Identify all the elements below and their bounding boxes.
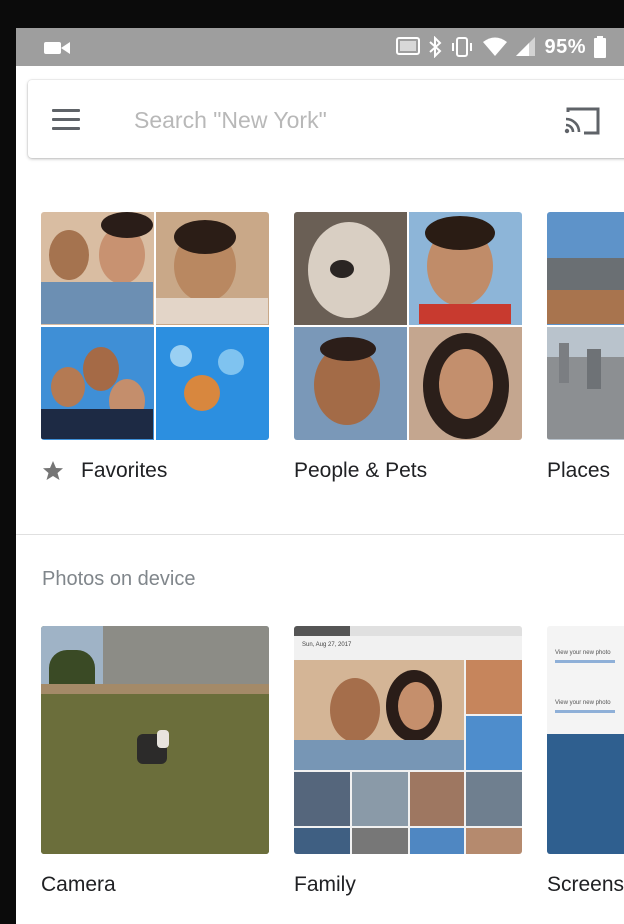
hamburger-line xyxy=(52,109,80,112)
favorites-thumbnail xyxy=(41,212,269,440)
hamburger-line xyxy=(52,127,80,130)
photo-family-selfie xyxy=(294,660,464,770)
folder-label: Camera xyxy=(41,873,116,896)
menu-button[interactable] xyxy=(48,105,84,135)
folder-label: Family xyxy=(294,873,356,896)
photo-boy-smiling xyxy=(156,212,269,325)
photo-water-splash xyxy=(156,327,269,440)
album-label: Places xyxy=(547,459,611,482)
search-input[interactable] xyxy=(132,98,516,142)
photo-thumb-small xyxy=(410,828,464,854)
section-divider xyxy=(16,534,624,535)
date-header: Sun, Aug 27, 2017 xyxy=(302,642,352,648)
photo-man xyxy=(294,327,407,440)
photo-stadium xyxy=(547,212,624,325)
hamburger-line xyxy=(52,118,80,121)
screenshots-thumbnail: View your new photo View your new photo xyxy=(547,626,624,854)
photo-family-group xyxy=(41,327,154,440)
photo-woman xyxy=(409,327,522,440)
battery-percent: 95% xyxy=(544,35,586,58)
photo-thumb-small xyxy=(466,772,522,826)
status-icons: 95% xyxy=(396,36,606,58)
wifi-icon xyxy=(483,37,508,56)
photo-thumb-small xyxy=(294,828,350,854)
search-bar xyxy=(28,80,624,158)
cast-button[interactable] xyxy=(562,106,602,136)
photo-thumb-small xyxy=(466,660,522,714)
photo-thumb-small xyxy=(352,828,408,854)
section-title: Photos on device xyxy=(42,568,196,590)
folder-screenshots[interactable]: View your new photo View your new photo … xyxy=(547,626,624,896)
phone-screen: 95% Search "New York" Favorites People &… xyxy=(16,28,624,924)
folder-label: Screens xyxy=(547,873,624,896)
photo-thumb-small xyxy=(466,828,522,854)
photo-family-selfie xyxy=(41,212,154,325)
album-places[interactable]: Places xyxy=(547,212,624,482)
album-favorites[interactable]: Favorites xyxy=(41,212,269,482)
photo-thumb-small xyxy=(294,772,350,826)
star-icon xyxy=(43,461,63,480)
notification-line: View your new photo xyxy=(555,650,611,656)
camera-thumbnail xyxy=(41,626,269,854)
photo-thumb-small xyxy=(466,716,522,770)
photo-city-skyline xyxy=(547,327,624,440)
photo-boy xyxy=(409,212,522,325)
bluetooth-icon xyxy=(429,36,442,58)
folder-camera[interactable]: Camera xyxy=(41,626,269,896)
photo-thumb-small xyxy=(410,772,464,826)
album-people-pets[interactable]: People & Pets xyxy=(294,212,522,482)
album-label: People & Pets xyxy=(294,459,428,482)
cast-icon xyxy=(564,107,600,135)
cast-connected-icon xyxy=(396,37,421,55)
status-bar: 95% xyxy=(16,28,624,66)
battery-icon xyxy=(594,36,606,58)
notification-line: View your new photo xyxy=(555,700,611,706)
video-recording-icon xyxy=(44,42,70,54)
favorites-label: Favorites xyxy=(81,459,168,482)
people-pets-thumbnail xyxy=(294,212,522,440)
photo-thumb-small xyxy=(352,772,408,826)
cell-signal-icon xyxy=(516,37,536,56)
folder-family[interactable]: Sun, Aug 27, 2017 Family xyxy=(294,626,522,896)
family-thumbnail: Sun, Aug 27, 2017 xyxy=(294,626,522,854)
places-thumbnail xyxy=(547,212,624,440)
vibrate-icon xyxy=(452,37,473,57)
album-label: Favorites xyxy=(41,459,167,483)
photo-dog xyxy=(294,212,407,325)
